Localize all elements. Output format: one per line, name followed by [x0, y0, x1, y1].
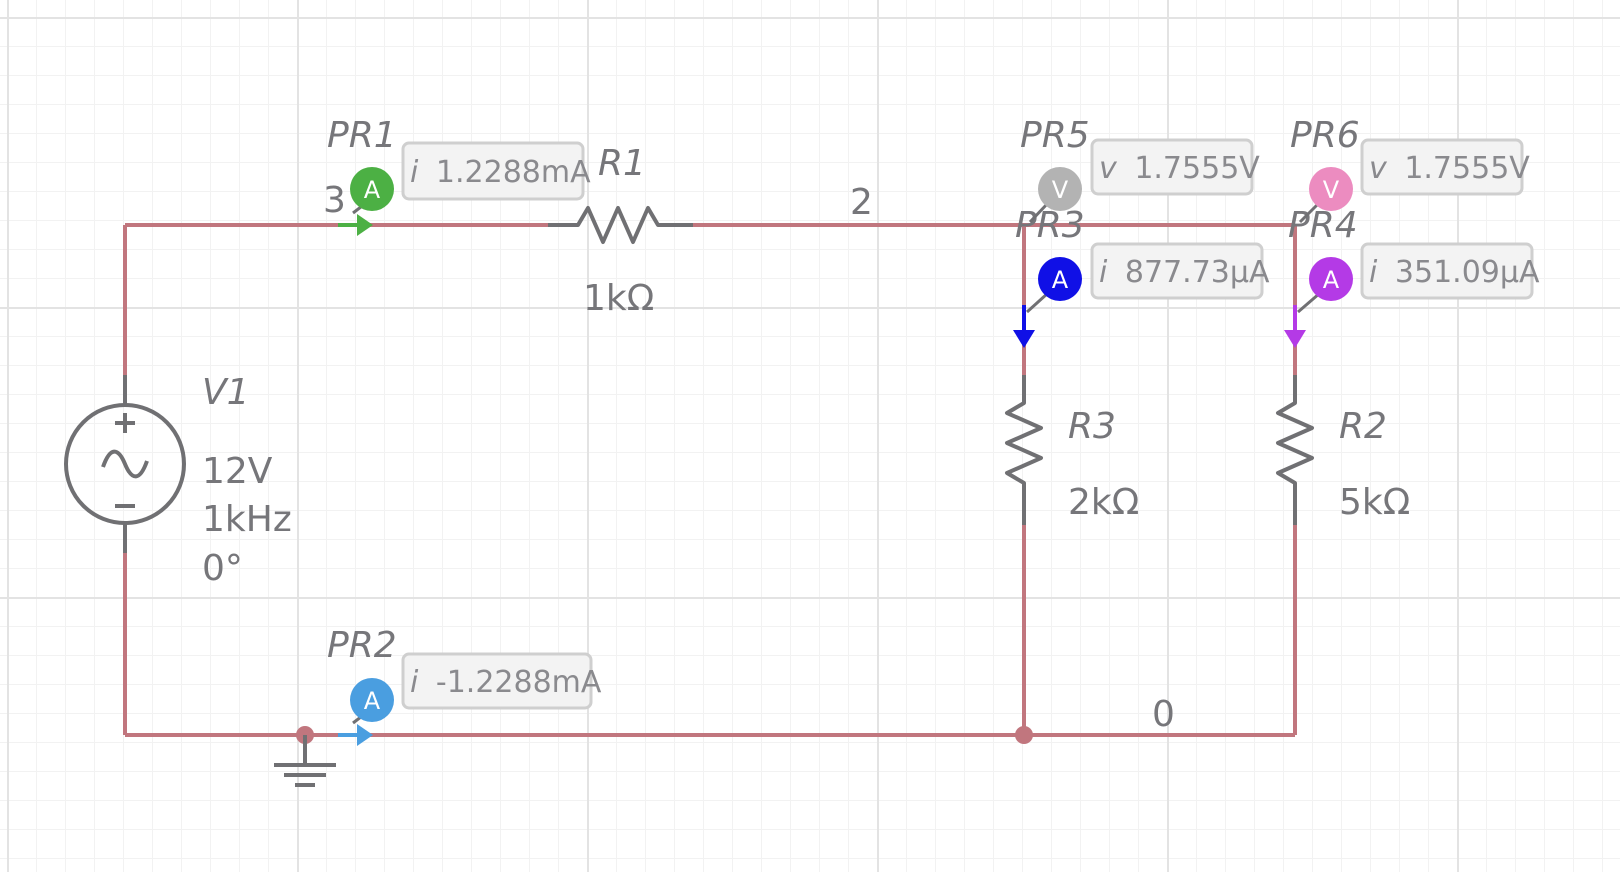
pr4-reading-value: 351.09µA: [1395, 255, 1540, 290]
svg-text:i -1.2288mA: i -1.2288mA: [410, 665, 602, 700]
probe-pr6[interactable]: V PR6 v 1.7555V: [1290, 115, 1530, 224]
schematic-canvas[interactable]: V1 12V 1kHz 0° R1 1kΩ R3 2kΩ R2 5kΩ 3 2 …: [0, 0, 1620, 872]
probe-kind-label: A: [1052, 266, 1069, 294]
current-arrow-icon: [1013, 330, 1035, 348]
current-arrow-icon: [357, 724, 373, 746]
pr1-name-label: PR1: [327, 115, 397, 156]
r2-value-label: 5kΩ: [1339, 482, 1410, 523]
current-arrow-icon: [1284, 330, 1306, 348]
svg-text:i 1.2288mA: i 1.2288mA: [410, 155, 591, 190]
schematic-svg: V1 12V 1kHz 0° R1 1kΩ R3 2kΩ R2 5kΩ 3 2 …: [64, 115, 1540, 787]
pr5-name-label: PR5: [1020, 115, 1090, 156]
resistor-r1-icon: [548, 206, 693, 244]
probe-kind-label: A: [1323, 266, 1340, 294]
pr6-name-label: PR6: [1290, 115, 1360, 156]
pr3-name-label: PR3: [1015, 205, 1085, 246]
resistor-r3[interactable]: [1005, 375, 1043, 525]
svg-text:i 351.09µA: i 351.09µA: [1369, 255, 1540, 290]
probe-kind-label: V: [1052, 176, 1069, 204]
wires: [123, 223, 1297, 737]
svg-text:v 1.7555V: v 1.7555V: [1099, 151, 1260, 186]
resistor-r1[interactable]: [548, 206, 693, 244]
r1-name-label: R1: [598, 143, 646, 184]
pr6-reading-value: 1.7555V: [1404, 151, 1530, 186]
v1-frequency-label: 1kHz: [202, 499, 292, 540]
pr3-reading-prefix: i: [1099, 255, 1108, 290]
voltage-source-v1[interactable]: [64, 375, 186, 553]
v1-phase-label: 0°: [202, 548, 243, 589]
pr5-reading-value: 1.7555V: [1134, 151, 1260, 186]
probe-pr4[interactable]: A PR4 i 351.09µA: [1284, 205, 1540, 348]
ground-symbol[interactable]: [274, 735, 336, 787]
r3-value-label: 2kΩ: [1068, 482, 1139, 523]
pr2-reading-value: -1.2288mA: [436, 665, 602, 700]
r2-name-label: R2: [1339, 406, 1387, 447]
svg-text:i 877.73µA: i 877.73µA: [1099, 255, 1270, 290]
pr6-reading-prefix: v: [1369, 151, 1388, 186]
pr4-name-label: PR4: [1288, 205, 1358, 246]
probe-kind-label: V: [1323, 176, 1340, 204]
pr1-reading-prefix: i: [410, 155, 419, 190]
probe-pr5[interactable]: V PR5 v 1.7555V: [1020, 115, 1260, 224]
v1-voltage-label: 12V: [202, 451, 273, 492]
probe-kind-label: A: [364, 687, 381, 715]
node-label-3: 3: [323, 180, 346, 221]
r1-value-label: 1kΩ: [583, 278, 654, 319]
v1-name-label: V1: [202, 372, 250, 413]
plus-sign-icon: [115, 413, 135, 433]
pr1-reading-value: 1.2288mA: [436, 155, 591, 190]
pr3-reading-value: 877.73µA: [1125, 255, 1270, 290]
current-arrow-icon: [357, 214, 373, 236]
pr4-reading-prefix: i: [1369, 255, 1378, 290]
junction-dot-bottom: [1015, 726, 1033, 744]
pr5-reading-prefix: v: [1099, 151, 1118, 186]
pr2-reading-prefix: i: [410, 665, 419, 700]
resistor-r3-icon: [1005, 375, 1043, 525]
probe-kind-label: A: [364, 176, 381, 204]
probe-pr1[interactable]: A PR1 i 1.2288mA: [327, 115, 591, 236]
pr2-name-label: PR2: [327, 625, 397, 666]
probe-pr2[interactable]: A PR2 i -1.2288mA: [327, 625, 602, 746]
svg-text:v 1.7555V: v 1.7555V: [1369, 151, 1530, 186]
resistor-r2-icon: [1276, 375, 1314, 525]
node-label-2: 2: [850, 182, 873, 223]
node-label-0: 0: [1152, 694, 1175, 735]
sine-wave-icon: [101, 449, 149, 479]
resistor-r2[interactable]: [1276, 375, 1314, 525]
r3-name-label: R3: [1068, 406, 1116, 447]
